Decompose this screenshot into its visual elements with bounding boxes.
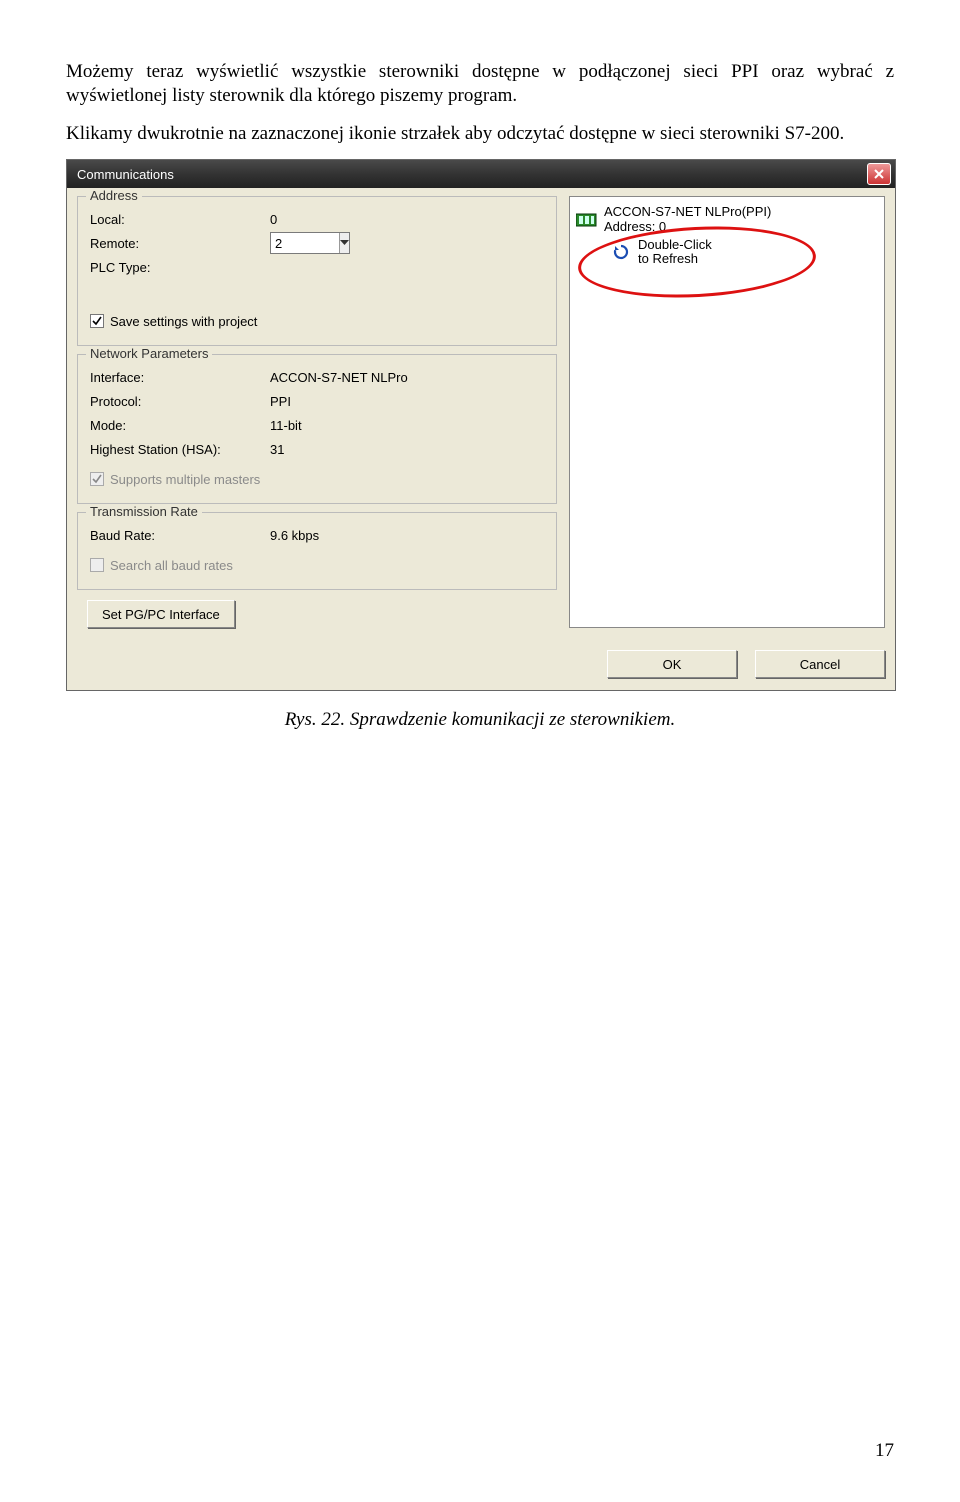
network-group: Network Parameters Interface: ACCON-S7-N… [77,354,557,504]
address-group-title: Address [86,188,142,203]
chevron-down-icon[interactable] [339,233,349,253]
transmission-group: Transmission Rate Baud Rate: 9.6 kbps Se… [77,512,557,590]
dialog-title: Communications [77,167,174,182]
remote-dropdown[interactable] [270,232,350,254]
paragraph-2: Klikamy dwukrotnie na zaznaczonej ikonie… [66,122,894,146]
baud-label: Baud Rate: [90,528,270,543]
tree-refresh-line2: to Refresh [638,252,712,266]
tree-refresh-line1: Double-Click [638,238,712,252]
search-baud-checkbox [90,558,104,572]
address-group: Address Local: 0 Remote: [77,196,557,346]
figure-caption: Rys. 22. Sprawdzenie komunikacji ze ster… [66,709,894,731]
hsa-label: Highest Station (HSA): [90,442,270,457]
hsa-value: 31 [270,442,284,457]
plc-type-label: PLC Type: [90,260,270,275]
interface-value: ACCON-S7-NET NLPro [270,370,408,385]
tree-root-line1: ACCON-S7-NET NLPro(PPI) [604,205,771,219]
local-value: 0 [270,212,277,227]
network-group-title: Network Parameters [86,346,212,361]
tree-root-line2: Address: 0 [604,220,771,234]
supports-masters-label: Supports multiple masters [110,472,260,487]
search-baud-label: Search all baud rates [110,558,233,573]
remote-label: Remote: [90,236,270,251]
device-tree-panel: ACCON-S7-NET NLPro(PPI) Address: 0 Doubl… [569,196,885,628]
set-pg-pc-button[interactable]: Set PG/PC Interface [87,600,235,628]
protocol-label: Protocol: [90,394,270,409]
dialog-titlebar: Communications [67,160,895,188]
protocol-value: PPI [270,394,291,409]
remote-input[interactable] [271,236,339,251]
page-number: 17 [875,1440,894,1462]
mode-label: Mode: [90,418,270,433]
figure-screenshot: Communications Address Local: 0 Remote: [66,159,894,731]
ok-button[interactable]: OK [607,650,737,678]
supports-masters-checkbox [90,472,104,486]
refresh-icon [610,243,632,261]
tree-root-item[interactable]: ACCON-S7-NET NLPro(PPI) Address: 0 [576,203,878,236]
interface-label: Interface: [90,370,270,385]
local-label: Local: [90,212,270,227]
module-icon [576,211,598,229]
mode-value: 11-bit [270,418,302,433]
paragraph-1: Możemy teraz wyświetlić wszystkie sterow… [66,60,894,108]
transmission-group-title: Transmission Rate [86,504,202,519]
cancel-button[interactable]: Cancel [755,650,885,678]
close-button[interactable] [867,163,891,185]
communications-dialog: Communications Address Local: 0 Remote: [66,159,896,691]
baud-value: 9.6 kbps [270,528,319,543]
save-settings-checkbox[interactable] [90,314,104,328]
tree-refresh-item[interactable]: Double-Click to Refresh [610,236,878,269]
save-settings-label: Save settings with project [110,314,257,329]
